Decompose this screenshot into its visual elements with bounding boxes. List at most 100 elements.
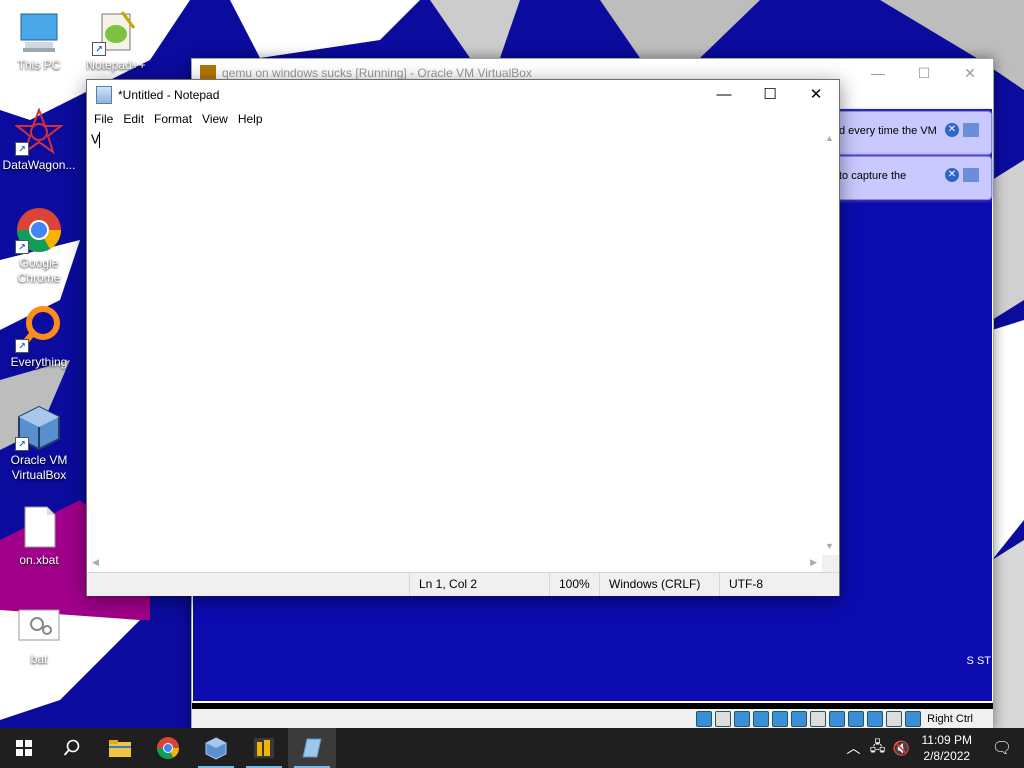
vm-notification-1: d every time the VM ✕ (834, 111, 992, 155)
resize-grip[interactable] (822, 555, 839, 572)
datawagon-icon: ↗ (14, 107, 64, 156)
taskbar-chrome[interactable] (144, 728, 192, 768)
desktop-icon-notepadpp[interactable]: ↗ Notepad++ (78, 8, 154, 73)
text-editor-area[interactable]: V (87, 129, 822, 555)
hard-disk-icon[interactable] (696, 711, 713, 727)
desktop-icon-this-pc[interactable]: This PC (1, 8, 77, 73)
shortcut-arrow-icon: ↗ (92, 42, 106, 56)
chevron-up-icon[interactable]: ︿ (842, 738, 866, 758)
clock-date: 2/8/2022 (923, 749, 971, 763)
dont-show-again-icon[interactable] (963, 168, 979, 182)
host-key-icon[interactable] (905, 711, 922, 727)
status-cursor-position: Ln 1, Col 2 (409, 573, 549, 596)
desktop-icon-label: on.xbat (19, 553, 59, 567)
taskbar: ︿ 🖧 🔇 11:09 PM 2/8/2022 🗨 (0, 728, 1024, 768)
minimize-icon[interactable]: — (701, 80, 747, 109)
minimize-icon[interactable]: — (855, 59, 901, 87)
close-icon[interactable]: ✕ (793, 80, 839, 109)
notepad-statusbar: Ln 1, Col 2 100% Windows (CRLF) UTF-8 (87, 572, 839, 596)
desktop-icon-virtualbox[interactable]: ↗ Oracle VM VirtualBox (1, 403, 77, 483)
taskbar-virtualbox[interactable] (192, 728, 240, 768)
menu-format[interactable]: Format (149, 109, 197, 129)
scroll-up-icon[interactable]: ▲ (825, 133, 834, 143)
desktop-icon-bat[interactable]: bat (1, 602, 77, 667)
folder-icon (109, 740, 131, 757)
clock-time: 11:09 PM (921, 733, 972, 747)
taskbar-notepad[interactable] (288, 728, 336, 768)
host-key-label: Right Ctrl (927, 713, 973, 725)
notepad-titlebar[interactable]: *Untitled - Notepad — ☐ ✕ (87, 80, 839, 109)
taskbar-vm-app[interactable] (240, 728, 288, 768)
chrome-icon: ↗ (15, 206, 63, 254)
usb-icon[interactable] (772, 711, 789, 727)
maximize-icon[interactable]: ☐ (901, 59, 947, 87)
desktop-icon-label: bat (30, 652, 48, 666)
magnifier-icon: ↗ (15, 305, 63, 353)
vertical-scrollbar[interactable]: ▲ ▼ (822, 129, 839, 555)
editor-text: V (91, 132, 100, 149)
menu-bar: File Edit Format View Help (87, 109, 839, 129)
scroll-down-icon[interactable]: ▼ (825, 541, 834, 551)
desktop-icon-label: DataWagon... (2, 158, 76, 172)
desktop-icon-label: Google Chrome (17, 256, 61, 285)
close-notification-icon[interactable]: ✕ (945, 168, 959, 182)
search-icon (63, 739, 80, 756)
taskbar-file-explorer[interactable] (96, 728, 144, 768)
desktop-icon-label: Notepad++ (86, 58, 146, 72)
vm-notification-text: d every time the VM (839, 125, 937, 137)
optical-drive-icon[interactable] (715, 711, 732, 727)
status-encoding: UTF-8 (719, 573, 839, 596)
start-button[interactable] (0, 728, 48, 768)
scroll-right-icon[interactable]: ▶ (810, 557, 817, 568)
mouse-integration-icon[interactable] (848, 711, 865, 727)
network-icon[interactable]: 🖧 (866, 736, 890, 760)
search-button[interactable] (48, 728, 96, 768)
close-icon[interactable]: ✕ (947, 59, 993, 87)
shortcut-arrow-icon: ↗ (15, 437, 29, 451)
audio-icon[interactable] (734, 711, 751, 727)
notepad-window-title: *Untitled - Notepad (118, 87, 220, 102)
notepadpp-icon: ↗ (92, 8, 140, 56)
scroll-left-icon[interactable]: ◀ (92, 557, 99, 568)
menu-help[interactable]: Help (233, 109, 268, 129)
virtualbox-window-title: qemu on windows sucks [Running] - Oracle… (222, 66, 532, 80)
desktop-icon-datawagon[interactable]: ↗ DataWagon... (1, 107, 77, 173)
display-icon[interactable] (810, 711, 827, 727)
text-caret (99, 132, 101, 148)
recording-icon[interactable] (829, 711, 846, 727)
desktop-icon-chrome[interactable]: ↗ Google Chrome (1, 206, 77, 286)
shortcut-arrow-icon: ↗ (15, 240, 29, 254)
action-center-icon[interactable]: 🗨 (980, 738, 1024, 758)
close-notification-icon[interactable]: ✕ (945, 123, 959, 137)
vm-notification-text: to capture the (839, 170, 907, 182)
desktop-icon-everything[interactable]: ↗ Everything (1, 305, 77, 370)
desktop-icon-label: Everything (10, 355, 68, 369)
vm-screen-text: S ST (966, 655, 991, 667)
virtualbox-icon (205, 737, 227, 760)
keyboard-icon[interactable] (886, 711, 903, 727)
menu-view[interactable]: View (197, 109, 233, 129)
menu-file[interactable]: File (89, 109, 118, 129)
chrome-icon (157, 737, 179, 759)
shortcut-arrow-icon: ↗ (15, 142, 29, 156)
volume-muted-icon[interactable]: 🔇 (890, 740, 914, 757)
status-zoom: 100% (549, 573, 599, 596)
desktop-icon-onxbat[interactable]: on.xbat (1, 503, 77, 568)
virtualbox-icon: ↗ (15, 403, 63, 451)
system-tray: ︿ 🖧 🔇 11:09 PM 2/8/2022 🗨 (842, 728, 1024, 768)
notepad-window[interactable]: *Untitled - Notepad — ☐ ✕ File Edit Form… (86, 79, 840, 596)
menu-edit[interactable]: Edit (118, 109, 149, 129)
file-icon (15, 503, 63, 551)
desktop-icon-label: This PC (17, 58, 61, 72)
computer-icon (15, 8, 63, 56)
shortcut-arrow-icon: ↗ (15, 339, 29, 353)
shared-folders-icon[interactable] (791, 711, 808, 727)
network-icon[interactable] (753, 711, 770, 727)
cpu-icon[interactable] (867, 711, 884, 727)
maximize-icon[interactable]: ☐ (747, 80, 793, 109)
notepad-app-icon (96, 85, 112, 104)
horizontal-scrollbar[interactable]: ◀ ▶ (87, 555, 822, 572)
clock[interactable]: 11:09 PM 2/8/2022 (914, 732, 980, 764)
dont-show-again-icon[interactable] (963, 123, 979, 137)
notepad-icon (302, 738, 322, 758)
